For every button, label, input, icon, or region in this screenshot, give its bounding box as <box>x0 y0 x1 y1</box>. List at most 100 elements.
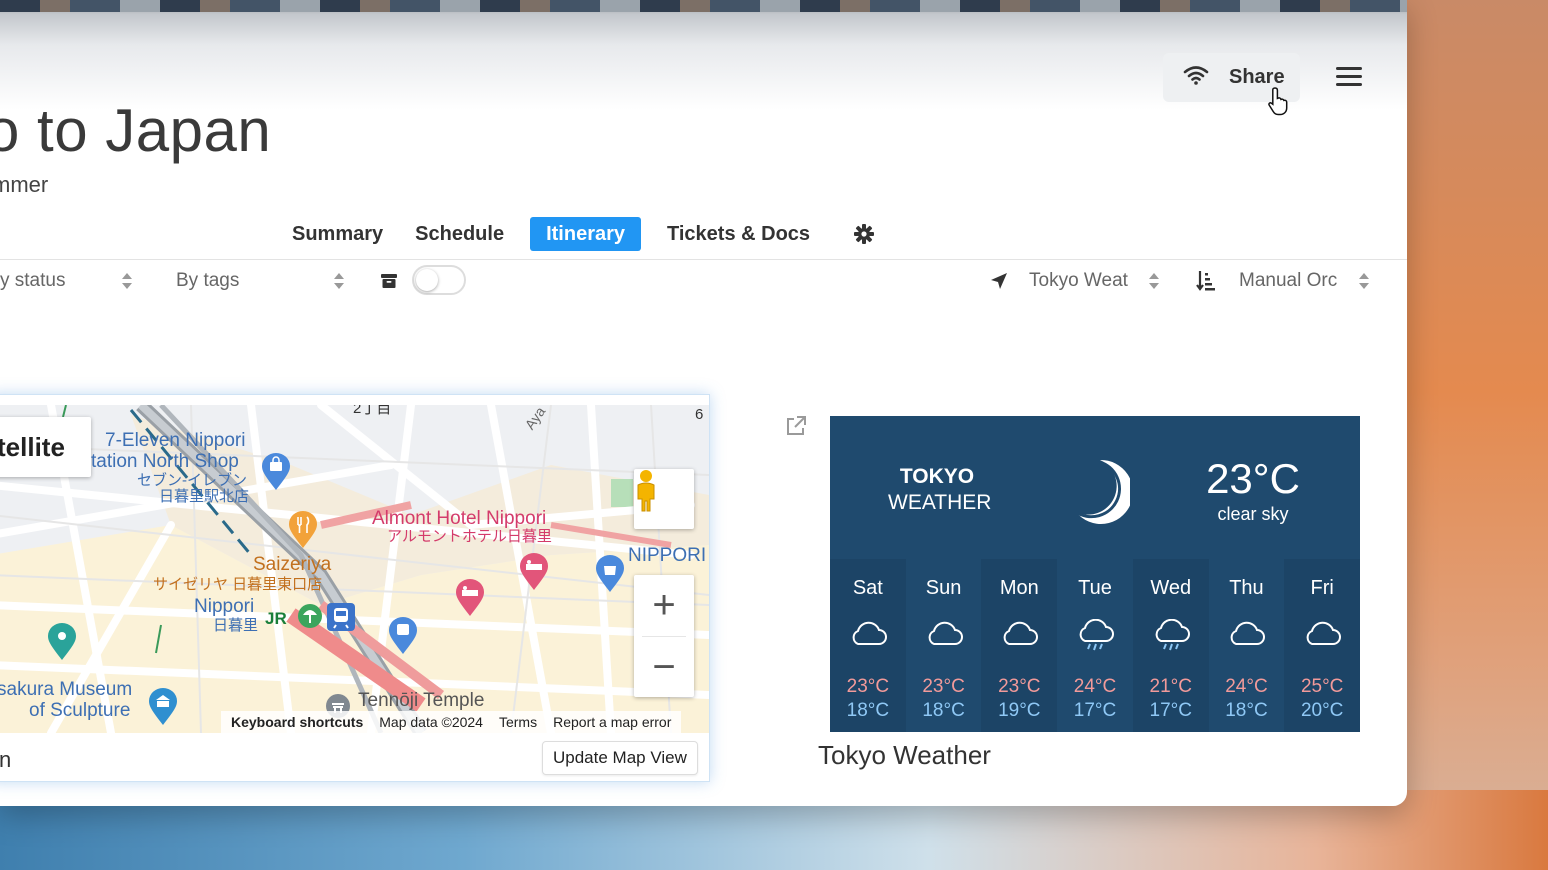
forecast-high-temp: 23°C <box>846 676 890 697</box>
map-label-six: 6 <box>695 406 704 423</box>
mouse-pointer-hand-icon <box>1268 86 1294 121</box>
street-view-pegman-icon[interactable] <box>634 469 694 529</box>
hamburger-menu-icon[interactable] <box>1334 64 1364 90</box>
forecast-day-name: Tue <box>1078 577 1112 599</box>
map-label-nippori-jp: 日暮里 <box>213 617 259 634</box>
map-label-museum-2: of Sculpture <box>29 700 131 721</box>
sort-order-icon <box>1196 262 1218 300</box>
external-link-icon[interactable] <box>784 414 808 443</box>
order-select[interactable]: Manual Orc <box>1239 262 1369 300</box>
forecast-day-name: Sun <box>925 577 962 599</box>
zoom-out-button[interactable]: − <box>634 637 694 698</box>
jr-station-icon: JR <box>265 609 287 628</box>
archive-toggle[interactable] <box>412 265 466 295</box>
wifi-icon <box>1183 65 1209 90</box>
forecast-low-temp: 19°C <box>998 700 1041 721</box>
select-arrows-icon <box>1149 273 1159 289</box>
forecast-high-temp: 23°C <box>998 676 1041 697</box>
map-label-almont-hotel-jp: アルモントホテル日暮里 <box>387 528 552 545</box>
page-title: o to Japan <box>0 97 272 164</box>
zoom-in-button[interactable]: + <box>634 575 694 636</box>
weather-widget: TOKYO WEATHER 23°C clear sky Sat 23°C 18°C… <box>830 416 1361 732</box>
location-select-label: Tokyo Weat <box>1029 270 1128 291</box>
gear-icon[interactable] <box>854 224 875 244</box>
tabs-divider <box>0 259 1407 260</box>
map-label-saizeriya-jp: サイゼリヤ 日暮里東口店 <box>153 576 323 593</box>
map-data-text: Map data ©2024 <box>379 714 483 730</box>
location-arrow-icon <box>990 262 1010 300</box>
tab-schedule[interactable]: Schedule <box>399 217 520 251</box>
zoom-controls: + − <box>634 575 694 697</box>
status-filter-label: y status <box>0 270 66 291</box>
forecast-day-name: Mon <box>999 577 1039 599</box>
forecast-low-temp: 18°C <box>846 700 890 721</box>
forecast-day-name: Wed <box>1150 577 1192 599</box>
moon-icon <box>1066 454 1133 529</box>
forecast-day-thu: Thu 24°C 18°C <box>1209 559 1285 732</box>
forecast-day-fri: Fri 25°C 20°C <box>1284 559 1361 732</box>
map-label-nippori-right: NIPPORI <box>628 545 707 566</box>
weather-city-line2: WEATHER <box>888 491 992 514</box>
location-select[interactable]: Tokyo Weat <box>1029 262 1159 300</box>
map-card: tellite 7-Eleven Nippori tation North Sh… <box>0 394 710 782</box>
forecast-low-temp: 20°C <box>1300 700 1344 721</box>
tab-tickets-docs[interactable]: Tickets & Docs <box>651 217 826 251</box>
weather-current-temp: 23°C <box>1206 455 1300 502</box>
terms-link[interactable]: Terms <box>499 714 537 730</box>
page-subtitle: mmer <box>0 172 49 197</box>
report-map-error-link[interactable]: Report a map error <box>553 714 671 730</box>
cloud-rain-icon <box>1151 618 1191 658</box>
weather-current: 23°C clear sky <box>1198 454 1308 525</box>
map-label-chome: 2丁目 <box>353 405 392 417</box>
forecast-day-sat: Sat 23°C 18°C <box>830 559 906 732</box>
order-select-label: Manual Orc <box>1239 270 1338 291</box>
map-caption: n <box>0 747 12 772</box>
update-map-view-button[interactable]: Update Map View <box>542 741 698 775</box>
weather-city-line1: TOKYO <box>899 465 975 488</box>
tags-filter-select[interactable]: By tags <box>176 262 344 300</box>
map-view[interactable]: tellite 7-Eleven Nippori tation North Sh… <box>0 405 709 733</box>
cloud-icon <box>999 619 1039 652</box>
cloud-icon <box>1226 619 1266 652</box>
map-label-seven-eleven-2: tation North Shop <box>91 451 239 472</box>
forecast-day-name: Fri <box>1310 577 1334 599</box>
cloud-icon <box>924 619 964 652</box>
forecast-day-name: Thu <box>1229 577 1264 599</box>
forecast-low-temp: 17°C <box>1149 700 1192 721</box>
forecast-low-temp: 18°C <box>1225 700 1268 721</box>
forecast-high-temp: 24°C <box>1073 676 1117 697</box>
map-attribution: Keyboard shortcuts Map data ©2024 Terms … <box>221 711 682 733</box>
weather-forecast: Sat 23°C 18°C Sun 23°C 18°C Mon 23°C 19°C Tue 24°C… <box>830 559 1361 732</box>
app-window: o to Japan mmer Share Summary Schedule I… <box>0 0 1407 806</box>
forecast-low-temp: 17°C <box>1073 700 1117 721</box>
forecast-high-temp: 24°C <box>1225 676 1268 697</box>
cloud-icon <box>1302 619 1342 652</box>
select-arrows-icon <box>122 273 132 289</box>
tab-itinerary[interactable]: Itinerary <box>530 217 642 251</box>
forecast-day-mon: Mon 23°C 19°C <box>981 559 1058 732</box>
map-label-seven-eleven: 7-Eleven Nippori <box>105 430 246 451</box>
forecast-low-temp: 18°C <box>922 700 965 721</box>
map-label-temple: Tennōji Temple <box>358 690 485 711</box>
tab-bar: Summary Schedule Itinerary Tickets & Doc… <box>276 217 875 251</box>
map-label-seven-eleven-jp2: 日暮里駅北店 <box>159 488 250 505</box>
forecast-day-name: Sat <box>852 577 883 599</box>
select-arrows-icon <box>1359 273 1369 289</box>
status-filter-select[interactable]: y status <box>0 262 132 300</box>
select-arrows-icon <box>334 273 344 289</box>
forecast-high-temp: 25°C <box>1300 676 1344 697</box>
map-label-seven-eleven-jp: セブン-イレブン <box>137 472 247 489</box>
desktop-background <box>1398 0 1548 870</box>
archive-icon[interactable] <box>380 262 400 300</box>
cloud-rain-icon <box>1075 618 1115 658</box>
weather-current-desc: clear sky <box>1217 504 1289 524</box>
weather-city: TOKYO WEATHER <box>888 464 992 516</box>
keyboard-shortcuts-link[interactable]: Keyboard shortcuts <box>231 714 363 730</box>
forecast-day-sun: Sun 23°C 18°C <box>906 559 982 732</box>
tab-summary[interactable]: Summary <box>276 217 399 251</box>
forecast-day-wed: Wed 21°C 17°C <box>1132 559 1209 732</box>
satellite-button[interactable]: tellite <box>0 417 91 477</box>
forecast-high-temp: 21°C <box>1149 676 1192 697</box>
map-label-almont-hotel: Almont Hotel Nippori <box>372 508 547 529</box>
tags-filter-label: By tags <box>176 270 240 291</box>
